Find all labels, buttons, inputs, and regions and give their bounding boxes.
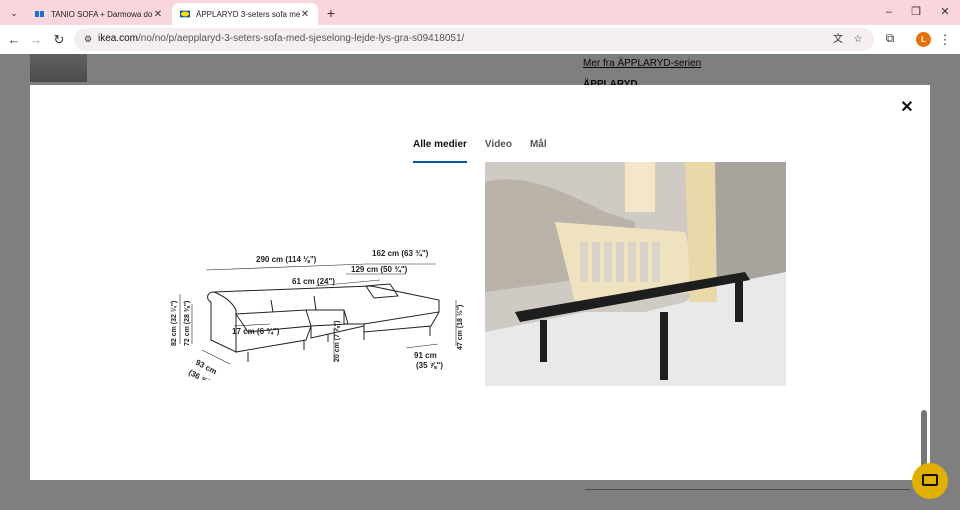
dim-leg-height: 20 cm (7 ⅞") [334,321,341,362]
scrollbar-thumb[interactable] [921,410,927,470]
new-tab-plus-icon[interactable]: + [322,4,340,22]
ikea-favicon-icon [180,10,190,18]
tab-dimensions[interactable]: Mål [530,139,547,163]
sofa-cutaway-photo[interactable] [485,162,786,386]
tab-strip: ⌄ TANIO SOFA + Darmowa dostawa ✕ ÄPPLARY… [0,0,960,25]
profile-avatar[interactable]: L [916,32,931,47]
browser-menu-icon[interactable]: ⋮ [938,31,952,49]
extensions-puzzle-icon[interactable]: ⧉ [881,31,899,49]
dim-height: 82 cm (32 ¼") [170,301,178,346]
url-text[interactable]: ikea.com/no/no/p/aepplaryd-3-seters-sofa… [98,33,464,44]
tab-search-chevron-icon[interactable]: ⌄ [4,3,24,23]
forward-arrow-icon[interactable]: → [27,31,45,49]
back-arrow-icon[interactable]: ← [5,31,23,49]
restore-icon[interactable]: ❐ [905,4,927,20]
address-bar[interactable]: ⚙ ikea.com/no/no/p/aepplaryd-3-seters-so… [74,28,874,51]
dim-total-width: 290 cm (114 ⅛") [256,255,317,264]
bookmark-star-icon[interactable]: ☆ [850,32,866,48]
chat-button[interactable] [912,463,948,499]
tab-close-icon[interactable]: ✕ [300,9,310,20]
media-modal: ✕ Alle medier Video Mål 290 cm (114 ⅛") … [30,85,930,480]
allegro-favicon-icon [35,11,44,17]
tab-video[interactable]: Video [485,139,512,163]
dim-chaise-width: 129 cm (50 ¾") [351,265,408,274]
dim-seat-height: 72 cm (28 ⅜") [184,301,191,346]
tab-inactive[interactable]: TANIO SOFA + Darmowa dostawa ✕ [27,3,171,25]
dim-arm-width: 17 cm (6 ¾") [232,327,280,336]
dim-chaise-depth: 91 cm [414,351,437,360]
dim-chaise-seat-height: 47 cm (18 ½") [456,305,464,350]
tab-title: TANIO SOFA + Darmowa dostawa [51,9,153,19]
chat-bubble-icon [922,474,938,486]
window-close-icon[interactable]: ✕ [934,4,956,20]
dim-seat-depth-mid: 61 cm (24") [292,277,335,286]
url-host: ikea.com [98,33,139,44]
url-path: /no/no/p/aepplaryd-3-seters-sofa-med-sje… [138,33,465,44]
dim-chaise-depth-in: (35 ⅞") [416,361,443,370]
site-settings-icon[interactable]: ⚙ [82,33,94,45]
dim-chaise-length: 162 cm (63 ¾") [372,249,429,258]
browser-toolbar: ← → ↻ ⚙ ikea.com/no/no/p/aepplaryd-3-set… [0,25,960,54]
tab-all-media[interactable]: Alle medier [413,139,467,163]
reload-icon[interactable]: ↻ [50,31,68,49]
minimize-icon[interactable]: – [878,4,900,20]
tab-title: ÄPPLARYD 3-seters sofa med sjeselong [196,9,300,19]
tab-active[interactable]: ÄPPLARYD 3-seters sofa med sjeselong ✕ [172,3,318,25]
tab-close-icon[interactable]: ✕ [153,9,163,20]
translate-icon[interactable]: 文 [830,32,846,48]
dimension-drawing[interactable]: 290 cm (114 ⅛") 162 cm (63 ¾") 61 cm (24… [166,240,466,380]
media-tabs: Alle medier Video Mål [413,139,565,163]
modal-close-button[interactable]: ✕ [896,97,918,119]
